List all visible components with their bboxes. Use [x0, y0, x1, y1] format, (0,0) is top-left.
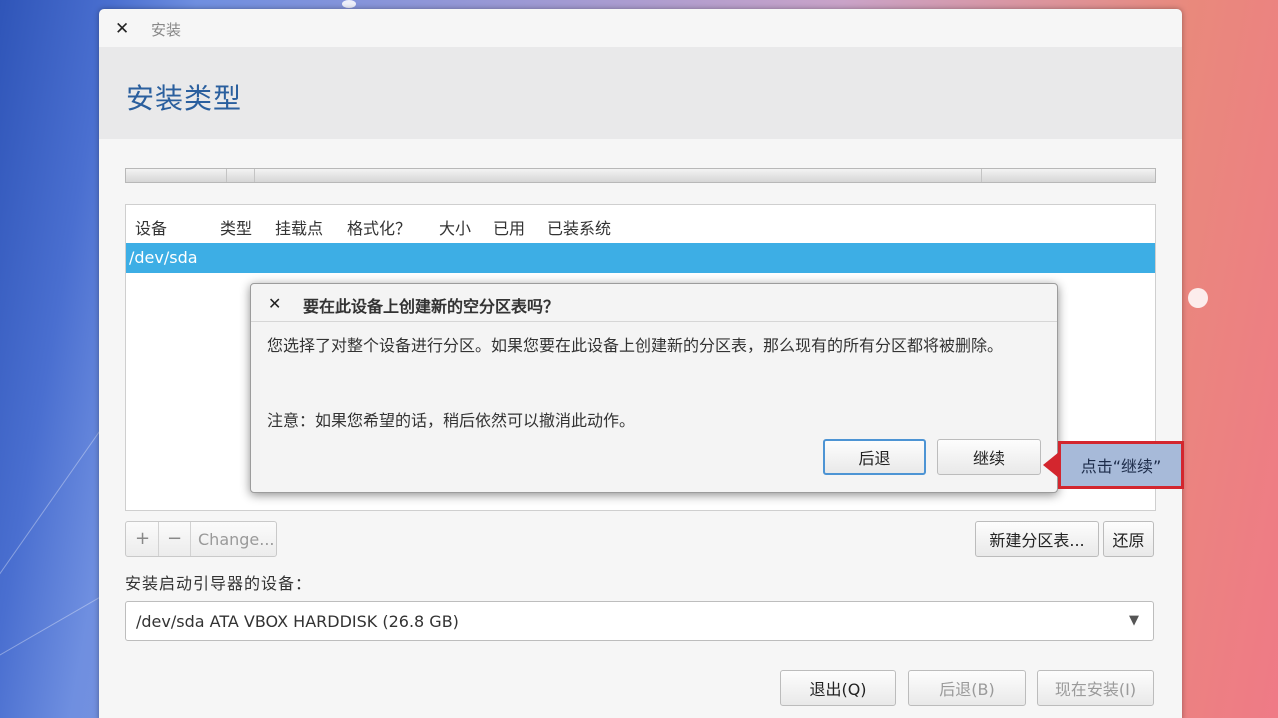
remove-partition-button[interactable]: −	[167, 528, 182, 549]
column-header-format[interactable]: 格式化？	[347, 215, 411, 239]
new-partition-table-button[interactable]: 新建分区表...	[975, 521, 1099, 557]
dialog-note: 注意：如果您希望的话，稍后依然可以撤消此动作。	[267, 411, 636, 430]
column-header-device[interactable]: 设备	[135, 215, 167, 239]
column-header-size[interactable]: 大小	[439, 215, 471, 239]
revert-button[interactable]: 还原	[1103, 521, 1154, 557]
dialog-back-button[interactable]: 后退	[823, 439, 926, 475]
close-icon[interactable]: ✕	[268, 294, 281, 313]
back-button[interactable]: 后退(B)	[908, 670, 1026, 706]
dropdown-arrow-icon[interactable]: ▼	[1129, 613, 1139, 628]
divider	[190, 522, 191, 556]
confirm-dialog: ✕ 要在此设备上创建新的空分区表吗？ 您选择了对整个设备进行分区。如果您要在此设…	[250, 283, 1058, 493]
table-row[interactable]: /dev/sda	[126, 243, 1155, 273]
partition-bar	[125, 168, 1156, 183]
device-cell: /dev/sda	[129, 248, 198, 267]
column-header-system[interactable]: 已装系统	[547, 215, 611, 239]
close-icon[interactable]: ✕	[115, 19, 129, 39]
window-titlebar: ✕ 安装	[99, 9, 1182, 47]
page-header: 安装类型	[99, 47, 1182, 139]
column-header-type[interactable]: 类型	[220, 215, 252, 239]
change-partition-button[interactable]: Change...	[198, 530, 275, 549]
partition-bar-tick	[254, 169, 255, 182]
bootloader-device-select[interactable]: /dev/sda ATA VBOX HARDDISK (26.8 GB) ▼	[125, 601, 1154, 641]
dialog-message: 您选择了对整个设备进行分区。如果您要在此设备上创建新的分区表，那么现有的所有分区…	[267, 336, 1004, 355]
annotation-callout: 点击“继续”	[1058, 441, 1184, 489]
dialog-continue-button[interactable]: 继续	[937, 439, 1041, 475]
wallpaper-orb	[342, 0, 356, 8]
column-header-used[interactable]: 已用	[493, 215, 525, 239]
table-header: 设备 类型 挂载点 格式化？ 大小 已用 已装系统	[126, 205, 1155, 241]
bootloader-device-value: /dev/sda ATA VBOX HARDDISK (26.8 GB)	[136, 612, 459, 631]
partition-tools: + − Change...	[125, 521, 277, 557]
wallpaper-orb	[1188, 288, 1208, 308]
install-now-button[interactable]: 现在安装(I)	[1037, 670, 1154, 706]
dialog-title: 要在此设备上创建新的空分区表吗？	[303, 297, 560, 316]
partition-bar-tick	[226, 169, 227, 182]
callout-pointer-icon	[1043, 452, 1059, 478]
divider	[158, 522, 159, 556]
dialog-titlebar: ✕ 要在此设备上创建新的空分区表吗？	[251, 284, 1057, 322]
add-partition-button[interactable]: +	[135, 528, 150, 549]
column-header-mount[interactable]: 挂载点	[275, 215, 323, 239]
window-title: 安装	[151, 21, 182, 39]
partition-bar-tick	[981, 169, 982, 182]
bootloader-label: 安装启动引导器的设备：	[125, 574, 313, 593]
page-title: 安装类型	[126, 82, 243, 115]
quit-button[interactable]: 退出(Q)	[780, 670, 896, 706]
